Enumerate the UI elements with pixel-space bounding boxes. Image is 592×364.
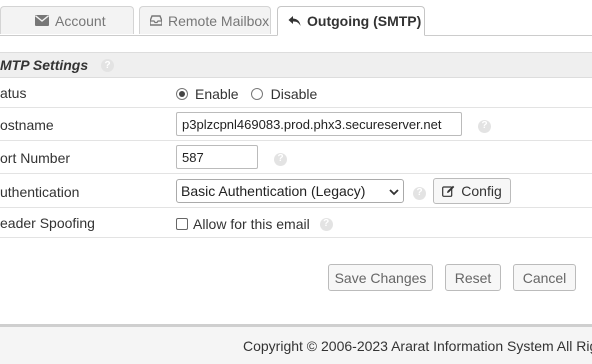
spoof-label: eader Spoofing bbox=[0, 215, 95, 231]
status-row: atus Enable Disable bbox=[0, 78, 592, 108]
spoof-row: eader Spoofing Allow for this email ? bbox=[0, 208, 592, 238]
help-icon[interactable]: ? bbox=[101, 59, 114, 72]
hostname-row: ostname p3plzcpnl469083.prod.phx3.secure… bbox=[0, 108, 592, 141]
enable-label: Enable bbox=[195, 86, 239, 102]
copyright-text: Copyright © 2006-2023 Ararat Information… bbox=[243, 338, 592, 354]
hostname-input[interactable]: p3plzcpnl469083.prod.phx3.secureserver.n… bbox=[176, 112, 462, 136]
tab-bar: Account Remote Mailbox Outgoing (SMTP) bbox=[0, 0, 592, 36]
auth-select[interactable]: Basic Authentication (Legacy) bbox=[176, 179, 404, 203]
tab-remote-mailbox[interactable]: Remote Mailbox bbox=[139, 6, 271, 34]
tab-outgoing-smtp-label: Outgoing (SMTP) bbox=[307, 13, 422, 29]
panel-header: MTP Settings ? bbox=[0, 52, 592, 78]
disable-radio[interactable] bbox=[250, 88, 263, 100]
tab-account-label: Account bbox=[55, 12, 106, 29]
tab-outgoing-smtp[interactable]: Outgoing (SMTP) bbox=[277, 6, 425, 36]
allow-spoof-label: Allow for this email bbox=[193, 216, 310, 232]
allow-spoof-checkbox[interactable] bbox=[176, 218, 188, 230]
enable-radio[interactable] bbox=[176, 88, 188, 100]
inbox-icon bbox=[150, 15, 162, 26]
auth-field-wrap: Basic Authentication (Legacy) ? bbox=[176, 179, 426, 203]
envelope-icon bbox=[35, 15, 49, 26]
port-field-wrap: 587 ? bbox=[176, 145, 287, 169]
port-label: ort Number bbox=[0, 150, 71, 166]
hostname-field-wrap: p3plzcpnl469083.prod.phx3.secureserver.n… bbox=[176, 112, 491, 136]
config-label: Config bbox=[461, 183, 502, 199]
help-icon[interactable]: ? bbox=[319, 217, 333, 231]
panel-title: MTP Settings bbox=[0, 57, 89, 73]
cancel-button[interactable]: Cancel bbox=[513, 264, 576, 291]
port-row: ort Number 587 ? bbox=[0, 141, 592, 174]
reset-button[interactable]: Reset bbox=[445, 264, 501, 291]
help-icon[interactable]: ? bbox=[478, 119, 491, 133]
chevron-down-icon bbox=[389, 183, 399, 199]
tab-account[interactable]: Account bbox=[0, 6, 134, 34]
help-icon[interactable]: ? bbox=[274, 152, 287, 166]
config-button[interactable]: Config bbox=[433, 178, 511, 204]
hostname-label: ostname bbox=[0, 117, 54, 133]
footer: Copyright © 2006-2023 Ararat Information… bbox=[0, 327, 592, 364]
spoof-field-wrap: Allow for this email ? bbox=[176, 216, 333, 232]
help-icon[interactable]: ? bbox=[413, 186, 426, 200]
port-input[interactable]: 587 bbox=[176, 145, 258, 169]
auth-label: uthentication bbox=[0, 184, 80, 200]
save-changes-button[interactable]: Save Changes bbox=[328, 264, 433, 291]
edit-icon bbox=[442, 185, 455, 197]
auth-select-value: Basic Authentication (Legacy) bbox=[181, 183, 366, 199]
status-options: Enable Disable bbox=[176, 86, 317, 102]
tab-remote-mailbox-label: Remote Mailbox bbox=[168, 12, 270, 29]
status-label: atus bbox=[0, 85, 27, 101]
disable-label: Disable bbox=[270, 86, 318, 102]
reply-icon bbox=[288, 15, 301, 27]
auth-row: uthentication Basic Authentication (Lega… bbox=[0, 174, 592, 208]
